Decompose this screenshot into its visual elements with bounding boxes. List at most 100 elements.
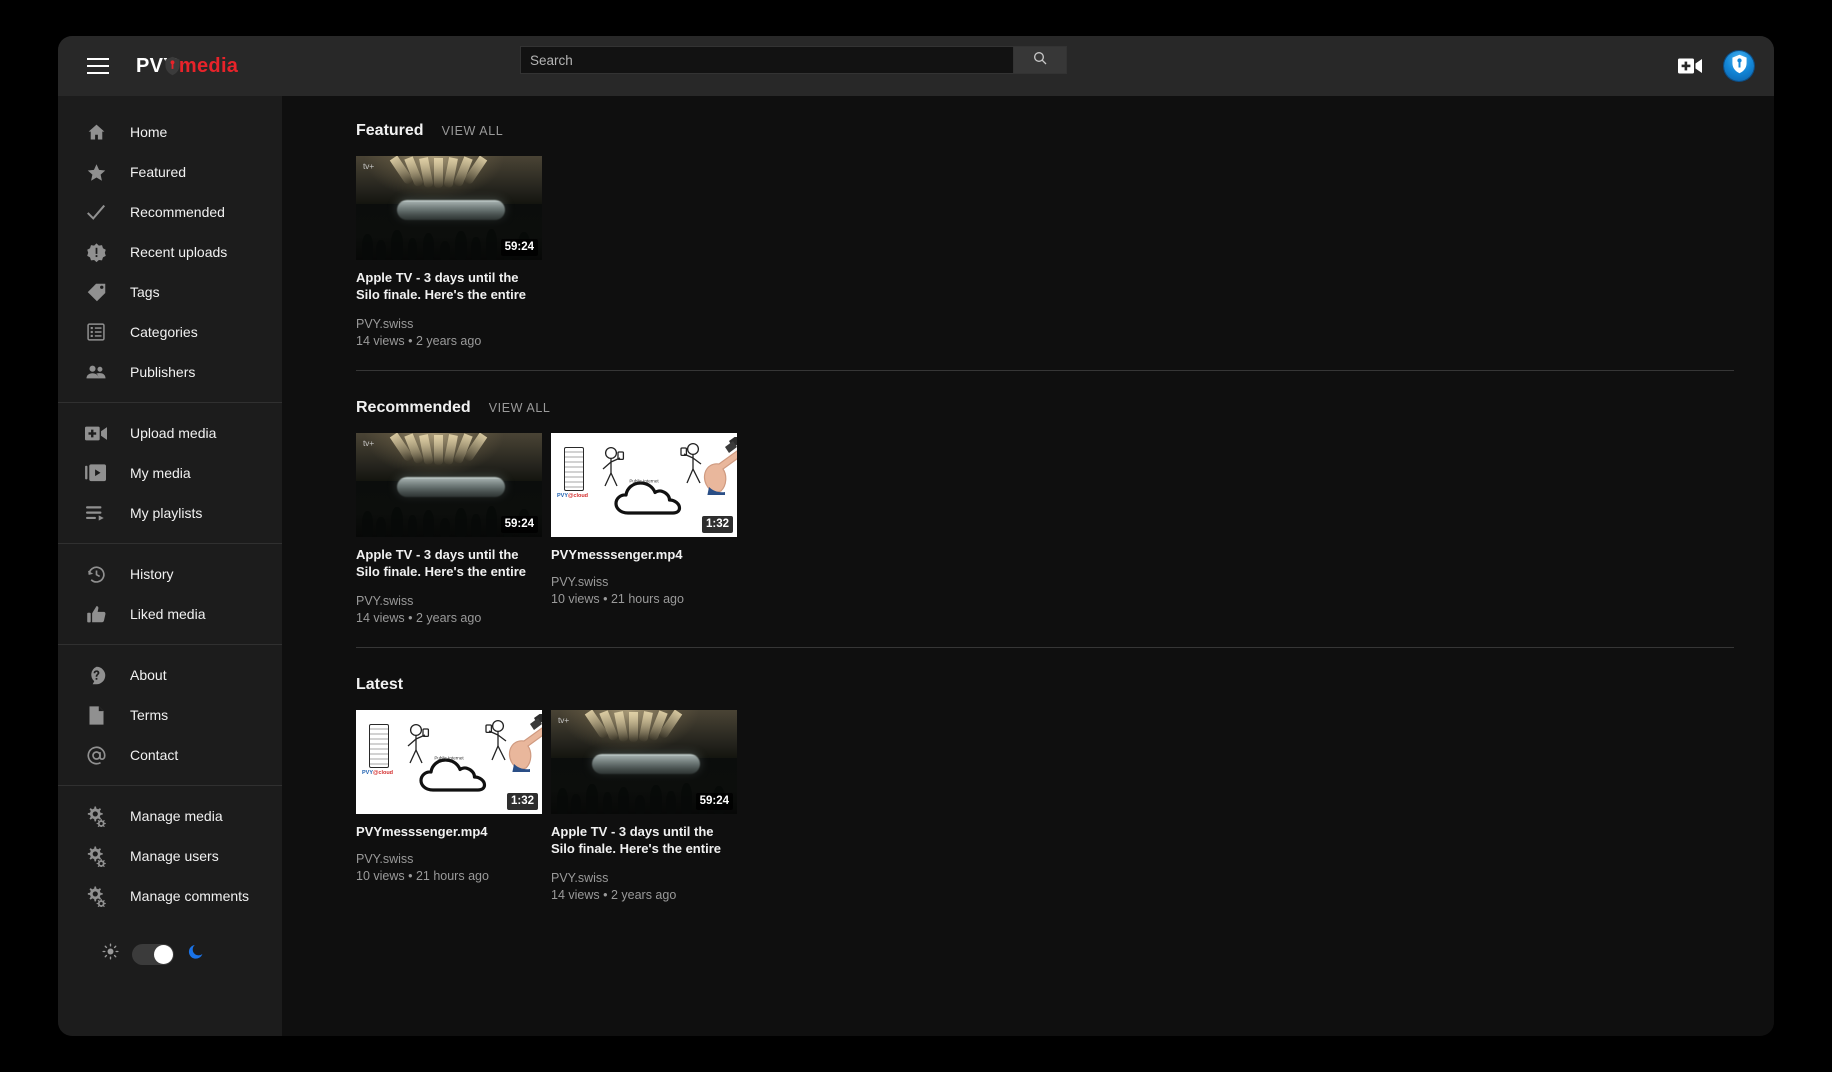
main-content: Featured VIEW ALL tv+ 59:24 Apple TV - 3… [282,96,1774,1036]
sidebar-item-label: About [130,667,167,683]
document-icon [84,703,108,727]
sidebar-item-terms[interactable]: Terms [58,695,282,735]
sidebar-item-manage-media[interactable]: Manage media [58,796,282,836]
video-title[interactable]: Apple TV - 3 days until the Silo finale.… [551,823,737,859]
sidebar-item-featured[interactable]: Featured [58,152,282,192]
video-channel[interactable]: PVY.swiss [551,575,737,589]
sidebar-item-label: Recommended [130,204,225,220]
video-title[interactable]: PVYmesssenger.mp4 [551,546,737,563]
section-latest: Latest PVY@cloud Public Internet 1:32 PV… [356,654,1734,908]
video-channel[interactable]: PVY.swiss [551,871,737,885]
video-card[interactable]: PVY@cloud Public Internet 1:32 PVYmessse… [356,710,542,902]
section-header: Featured VIEW ALL [356,122,1734,140]
sidebar-item-my-media[interactable]: My media [58,453,282,493]
sidebar-item-publishers[interactable]: Publishers [58,352,282,392]
sidebar-item-manage-users[interactable]: Manage users [58,836,282,876]
video-title[interactable]: Apple TV - 3 days until the Silo finale.… [356,269,542,305]
video-channel[interactable]: PVY.swiss [356,852,542,866]
video-thumbnail[interactable]: PVY@cloud Public Internet 1:32 [356,710,542,814]
sidebar-group-browse: Home Featured Recommended Recent uploads… [58,102,282,402]
sidebar-item-upload-media[interactable]: Upload media [58,413,282,453]
top-header: PVY media [58,36,1774,96]
sidebar-item-liked-media[interactable]: Liked media [58,594,282,634]
video-duration: 59:24 [500,239,538,256]
section-divider [356,370,1734,371]
sidebar-item-label: Tags [130,284,160,300]
video-card[interactable]: tv+ 59:24 Apple TV - 3 days until the Si… [551,710,737,902]
video-thumbnail[interactable]: tv+ 59:24 [551,710,737,814]
sidebar-item-label: Liked media [130,606,206,622]
shield-logo-icon [164,56,181,76]
video-channel[interactable]: PVY.swiss [356,317,542,331]
sidebar-item-label: My media [130,465,191,481]
sidebar-item-home[interactable]: Home [58,112,282,152]
at-sign-icon [84,743,108,767]
star-icon [84,160,108,184]
moon-icon[interactable] [187,943,205,966]
app-window: PVY media Search Home Featured Recommend… [58,36,1774,1036]
theme-toggle-switch[interactable] [132,943,174,965]
thumb-up-icon [84,602,108,626]
sidebar-item-about[interactable]: About [58,655,282,695]
sidebar-item-my-playlists[interactable]: My playlists [58,493,282,533]
card-row: tv+ 59:24 Apple TV - 3 days until the Si… [356,433,1734,625]
sidebar-item-categories[interactable]: Categories [58,312,282,352]
video-card[interactable]: PVY@cloud Public Internet 1:32 PVYmessse… [551,433,737,625]
section-header: Latest [356,676,1734,694]
section-header: Recommended VIEW ALL [356,399,1734,417]
video-card[interactable]: tv+ 59:24 Apple TV - 3 days until the Si… [356,433,542,625]
rack-label: PVY@cloud [362,770,394,776]
sidebar-item-label: Contact [130,747,179,763]
view-all-link[interactable]: VIEW ALL [489,401,551,415]
video-meta: 14 views • 2 years ago [551,888,677,902]
sidebar-item-label: My playlists [130,505,203,521]
section-title: Latest [356,676,404,693]
search-button[interactable] [1014,46,1067,74]
search-input[interactable] [520,46,1014,74]
sidebar-item-recent-uploads[interactable]: Recent uploads [58,232,282,272]
video-channel[interactable]: PVY.swiss [356,594,542,608]
settings-gears-icon [84,844,108,868]
video-meta: 10 views • 21 hours ago [356,869,489,884]
sidebar-group-activity: History Liked media [58,544,282,644]
rack-label: PVY@cloud [557,493,589,499]
view-all-link[interactable]: VIEW ALL [442,124,504,138]
sidebar-item-manage-comments[interactable]: Manage comments [58,876,282,916]
theme-toggle-knob [154,944,173,964]
playlist-play-icon [84,501,108,525]
sidebar-item-history[interactable]: History [58,554,282,594]
sidebar-item-label: Upload media [130,425,217,441]
sidebar-item-label: Recent uploads [130,244,228,260]
app-logo[interactable]: PVY media [136,55,238,78]
video-card[interactable]: tv+ 59:24 Apple TV - 3 days until the Si… [356,156,542,348]
sidebar-item-recommended[interactable]: Recommended [58,192,282,232]
sidebar-item-label: Categories [130,324,198,340]
video-thumbnail[interactable]: tv+ 59:24 [356,433,542,537]
card-row: tv+ 59:24 Apple TV - 3 days until the Si… [356,156,1734,348]
video-thumbnail[interactable]: PVY@cloud Public Internet 1:32 [551,433,737,537]
apple-tv-watermark: tv+ [558,715,569,725]
history-icon [84,562,108,586]
sidebar-item-label: Manage media [130,808,223,824]
video-title[interactable]: PVYmesssenger.mp4 [356,823,542,840]
avatar[interactable] [1724,51,1754,81]
video-upload-icon[interactable] [1678,57,1702,75]
section-recommended: Recommended VIEW ALL tv+ 59:24 Apple TV … [356,377,1734,654]
video-title[interactable]: Apple TV - 3 days until the Silo finale.… [356,546,542,582]
sun-icon[interactable] [102,943,119,965]
sidebar-item-label: Home [130,124,168,140]
section-divider [356,647,1734,648]
list-icon [84,320,108,344]
sidebar-item-contact[interactable]: Contact [58,735,282,775]
card-row: PVY@cloud Public Internet 1:32 PVYmessse… [356,710,1734,902]
settings-gears-icon [84,884,108,908]
sidebar-item-tags[interactable]: Tags [58,272,282,312]
hamburger-menu-icon[interactable] [74,42,122,90]
video-duration: 1:32 [506,793,538,810]
video-thumbnail[interactable]: tv+ 59:24 [356,156,542,260]
sidebar-item-label: Manage users [130,848,219,864]
section-featured: Featured VIEW ALL tv+ 59:24 Apple TV - 3… [356,122,1734,377]
apple-tv-watermark: tv+ [363,161,374,171]
header-actions [1678,36,1754,96]
video-meta: 10 views • 21 hours ago [551,592,684,607]
